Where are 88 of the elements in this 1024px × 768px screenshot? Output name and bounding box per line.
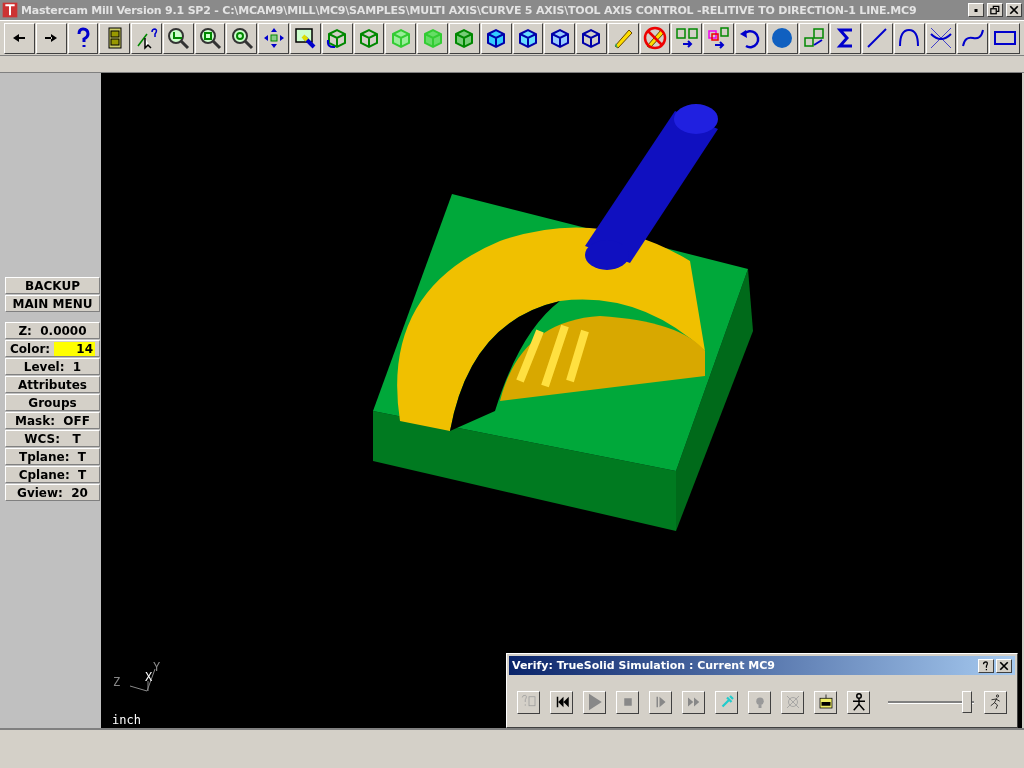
toolbar-button[interactable] [830, 22, 862, 54]
close-icon [999, 660, 1009, 671]
close-icon [1009, 5, 1019, 15]
help-button[interactable] [978, 658, 994, 673]
toolbar-button[interactable] [4, 22, 35, 54]
cursor-query-icon [134, 26, 159, 50]
toolbar-button[interactable] [576, 22, 607, 54]
translate-icon [674, 26, 699, 50]
toolbar-button[interactable] [893, 22, 925, 54]
dialog-tool-button[interactable] [616, 690, 639, 714]
app-logo-icon [2, 2, 18, 18]
toolbar-button[interactable] [385, 22, 417, 54]
toolbar-button[interactable] [639, 22, 671, 54]
dialog-tool-button[interactable] [517, 690, 540, 714]
toolbar-button[interactable] [544, 22, 576, 54]
no-pencil-icon [643, 26, 667, 50]
toolbar-button[interactable] [512, 22, 544, 54]
minimize-button[interactable] [968, 3, 984, 17]
zoom-window-icon [166, 26, 191, 50]
axis-label: Y [153, 660, 161, 674]
setting-button[interactable]: Attributes [5, 376, 100, 393]
toolbar-button[interactable] [258, 22, 290, 54]
zoom-icon [198, 26, 223, 50]
dialog-tool-button[interactable] [984, 690, 1007, 714]
dialog-tool-button[interactable] [781, 690, 804, 714]
toolbar-button[interactable] [671, 22, 703, 54]
dialog-tool-button[interactable] [583, 690, 606, 714]
minimize-icon [972, 8, 980, 12]
toolbar-button[interactable] [353, 22, 385, 54]
close-button[interactable] [1006, 3, 1022, 17]
menu-button[interactable]: BACKUP [5, 277, 100, 294]
setting-button[interactable]: Mask: OFF [5, 412, 100, 429]
toolbar-button[interactable] [480, 22, 512, 54]
setting-button[interactable]: Gview: 20 [5, 484, 100, 501]
setting-button[interactable]: Color: 14 [5, 340, 100, 357]
toolbar-button[interactable] [703, 22, 734, 54]
toolbar-button[interactable] [290, 22, 321, 54]
toolbar-button[interactable] [798, 22, 830, 54]
toolbar-button[interactable] [321, 22, 353, 54]
fillet-icon [929, 26, 954, 50]
dialog-tool-button[interactable] [847, 690, 870, 714]
toolbar-button[interactable] [99, 22, 131, 54]
setting-button[interactable]: Tplane: T [5, 448, 100, 465]
toolbar-button[interactable] [766, 22, 798, 54]
units-label: inch [112, 713, 141, 727]
toolbar-button[interactable] [162, 22, 194, 54]
sphere-icon [770, 26, 795, 50]
setting-button[interactable]: WCS: T [5, 430, 100, 447]
toolbar-button[interactable] [67, 22, 99, 54]
toolbar-button[interactable] [194, 22, 226, 54]
toolbar-button[interactable] [925, 22, 957, 54]
paint-brush-icon [293, 26, 318, 50]
line-icon [865, 26, 890, 50]
toolbar-button[interactable] [417, 22, 448, 54]
close-button[interactable] [996, 658, 1012, 673]
slider-thumb[interactable] [961, 691, 972, 713]
dialog-tool-button[interactable] [649, 690, 672, 714]
restore-icon [990, 5, 1000, 15]
toolbar-button[interactable] [131, 22, 162, 54]
copy-translate-icon [706, 26, 731, 50]
restore-button[interactable] [987, 3, 1003, 17]
axis-label: X [145, 670, 153, 684]
toolbar-button[interactable] [35, 22, 67, 54]
setting-button[interactable]: Groups [5, 394, 100, 411]
menu-button[interactable]: MAIN MENU [5, 295, 100, 312]
zoom-out-icon [229, 26, 254, 50]
setting-button[interactable]: Level: 1 [5, 358, 100, 375]
cubes-icon [801, 26, 826, 50]
setting-button[interactable]: Z: 0.0000 [5, 322, 100, 339]
window-title: Mastercam Mill Version 9.1 SP2 - C:\MCAM9\MILL\MC9\SAMPLES\MULTI AXIS\CURVE 5 AXIS\TOOL AXIS CONTROL -RELITIVE TO DIRECTION-1 LINE.MC9 [21, 3, 918, 17]
dialog-tool-button[interactable] [715, 690, 738, 714]
axis-label: Z [113, 675, 121, 689]
dialog-title: Verify: TrueSolid Simulation : Current MC9 [512, 659, 776, 672]
toolbar-button[interactable] [607, 22, 639, 54]
dialog-tool-button[interactable] [550, 690, 573, 714]
toolbar-button[interactable] [448, 22, 480, 54]
toolbar-button[interactable] [862, 22, 893, 54]
setting-button[interactable]: Cplane: T [5, 466, 100, 483]
stl-file-icon [816, 693, 835, 711]
toolbar-button[interactable] [226, 22, 258, 54]
cube-icon [357, 26, 381, 50]
toolbar-button[interactable] [989, 22, 1020, 54]
toolbar-button[interactable] [957, 22, 989, 54]
toolbar-button[interactable] [734, 22, 766, 54]
dialog-tool-button[interactable] [682, 690, 705, 714]
dialog-tool-button[interactable] [748, 690, 771, 714]
help-icon [981, 660, 991, 671]
dialog-tool-button[interactable] [814, 690, 837, 714]
